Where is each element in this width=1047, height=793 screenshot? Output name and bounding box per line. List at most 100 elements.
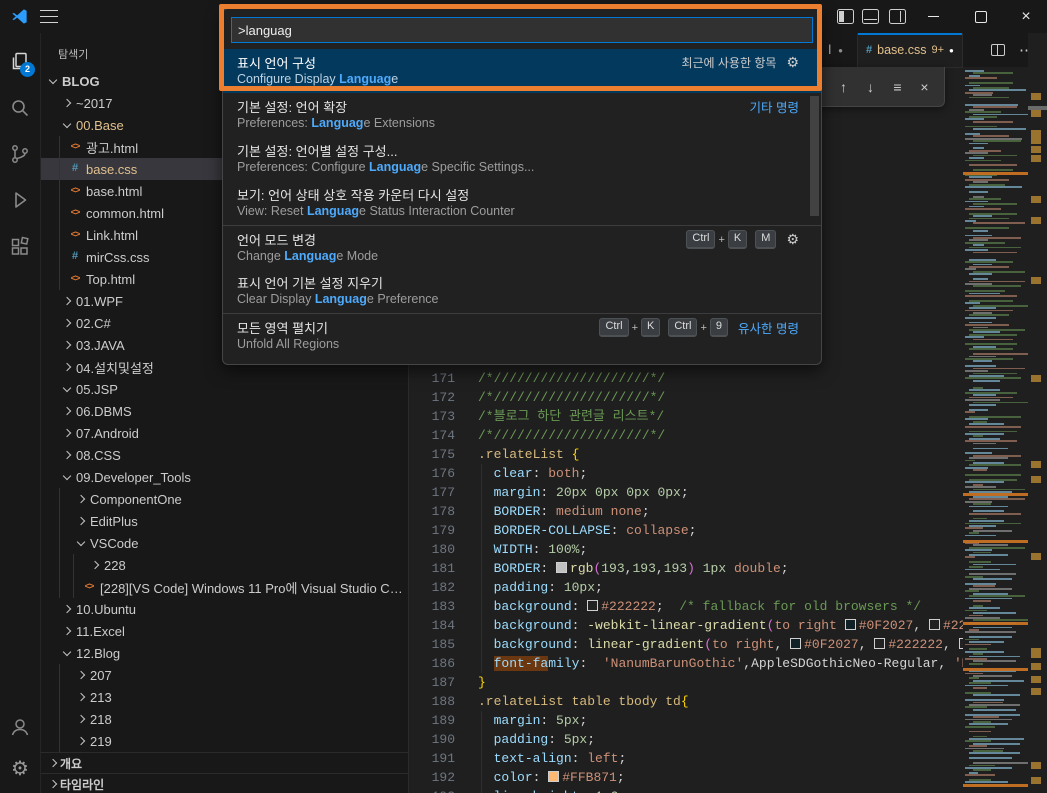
palette-item[interactable]: 표시 언어 기본 설정 지우기Clear Display Language Pr… bbox=[223, 269, 821, 313]
command-group-link[interactable]: 기타 명령 bbox=[750, 97, 799, 116]
line-number: 188 bbox=[409, 692, 455, 711]
palette-item[interactable]: 기본 설정: 언어 확장기타 명령Preferences: Language E… bbox=[223, 93, 821, 137]
command-input[interactable] bbox=[232, 18, 812, 42]
menu-icon[interactable] bbox=[40, 10, 58, 23]
tree-item[interactable]: 05.JSP bbox=[40, 378, 408, 400]
keybinding-key: K bbox=[728, 230, 747, 249]
code-line: 185 background: linear-gradient(to right… bbox=[409, 635, 963, 654]
tree-item[interactable]: 207 bbox=[40, 664, 408, 686]
recently-used-label: 최근에 사용한 항목 bbox=[681, 54, 776, 71]
code-line: 182 padding: 10px; bbox=[409, 578, 963, 597]
palette-item[interactable]: 언어 모드 변경Ctrl+KM⚙Change Language Mode bbox=[223, 225, 821, 269]
palette-scrollbar[interactable] bbox=[810, 96, 819, 216]
command-palette: 표시 언어 구성최근에 사용한 항목⚙Configure Display Lan… bbox=[222, 8, 822, 365]
minimap[interactable] bbox=[963, 67, 1028, 793]
explorer-title: 탐색기 bbox=[58, 46, 88, 62]
code-line: 179 BORDER-COLLAPSE: collapse; bbox=[409, 521, 963, 540]
palette-item[interactable]: 표시 언어 구성최근에 사용한 항목⚙Configure Display Lan… bbox=[223, 49, 821, 93]
color-swatch bbox=[556, 562, 567, 573]
account-icon[interactable] bbox=[0, 707, 40, 747]
section-label: 개요 bbox=[60, 755, 82, 772]
configure-keybinding-gear-icon[interactable]: ⚙ bbox=[786, 54, 799, 71]
palette-item-title: 언어 모드 변경 bbox=[237, 230, 678, 249]
activity-bar: 2 ⚙ bbox=[0, 33, 41, 793]
html-file-icon: <> bbox=[66, 208, 84, 218]
extensions-icon[interactable] bbox=[0, 227, 40, 267]
ruler-mark bbox=[1031, 663, 1041, 670]
tree-item[interactable]: 228 bbox=[40, 554, 408, 576]
source-control-icon[interactable] bbox=[0, 134, 40, 174]
configure-keybinding-gear-icon[interactable]: ⚙ bbox=[786, 231, 799, 248]
previous-match-icon[interactable]: ↑ bbox=[836, 79, 851, 95]
tree-item-label: 06.DBMS bbox=[76, 404, 132, 419]
tree-item[interactable]: VSCode bbox=[40, 532, 408, 554]
code-line: 191 text-align: left; bbox=[409, 749, 963, 768]
tree-item-label: 207 bbox=[90, 668, 112, 683]
line-number: 173 bbox=[409, 407, 455, 426]
palette-item[interactable]: 기본 설정: 언어별 설정 구성...Preferences: Configur… bbox=[223, 137, 821, 181]
find-in-selection-icon[interactable]: ≡ bbox=[890, 79, 905, 95]
settings-gear-icon[interactable]: ⚙ bbox=[0, 748, 40, 788]
color-swatch bbox=[548, 771, 559, 782]
tree-item[interactable]: ComponentOne bbox=[40, 488, 408, 510]
explorer-icon[interactable]: 2 bbox=[0, 42, 40, 82]
close-button[interactable]: × bbox=[1005, 0, 1047, 33]
html-file-icon: <> bbox=[80, 582, 98, 592]
next-match-icon[interactable]: ↓ bbox=[863, 79, 878, 95]
line-number: 186 bbox=[409, 654, 455, 673]
ruler-mark bbox=[1031, 688, 1041, 695]
line-number: 185 bbox=[409, 635, 455, 654]
line-number: 174 bbox=[409, 426, 455, 445]
chevron-right-icon bbox=[60, 409, 74, 414]
search-match-highlight bbox=[963, 784, 1028, 787]
command-group-link[interactable]: 유사한 명령 bbox=[738, 318, 799, 337]
keybinding-key: Ctrl bbox=[686, 230, 715, 249]
tree-item[interactable]: 12.Blog bbox=[40, 642, 408, 664]
tree-item-label: 11.Excel bbox=[76, 624, 125, 639]
tab-base-css[interactable]: # base.css 9+ ● bbox=[858, 33, 963, 67]
chevron-right-icon bbox=[60, 607, 74, 612]
chevron-right-icon bbox=[74, 717, 88, 722]
command-input-wrap bbox=[231, 17, 813, 43]
chevron-right-icon bbox=[60, 101, 74, 106]
tree-item[interactable]: 218 bbox=[40, 708, 408, 730]
overview-ruler[interactable] bbox=[1028, 33, 1047, 793]
search-icon[interactable] bbox=[0, 88, 40, 128]
tree-item[interactable]: 07.Android bbox=[40, 422, 408, 444]
dirty-indicator-icon: ● bbox=[949, 46, 954, 55]
tree-item[interactable]: 10.Ubuntu bbox=[40, 598, 408, 620]
tree-item[interactable]: 11.Excel bbox=[40, 620, 408, 642]
tree-item[interactable]: 09.Developer_Tools bbox=[40, 466, 408, 488]
tree-item[interactable]: 08.CSS bbox=[40, 444, 408, 466]
tree-item[interactable]: <>[228][VS Code] Windows 11 Pro에 Visual … bbox=[40, 576, 408, 598]
ruler-mark bbox=[1031, 553, 1041, 560]
tree-item[interactable]: 219 bbox=[40, 730, 408, 752]
tree-item-label: base.css bbox=[86, 162, 137, 177]
tree-item[interactable]: 06.DBMS bbox=[40, 400, 408, 422]
palette-item[interactable]: 개발자: 로그 수준 설정 bbox=[223, 357, 821, 365]
close-icon[interactable]: × bbox=[917, 79, 932, 95]
run-and-debug-icon[interactable] bbox=[0, 180, 40, 220]
tree-item[interactable]: EditPlus bbox=[40, 510, 408, 532]
sidebar-section-timeline[interactable]: 타임라인 bbox=[40, 773, 408, 793]
indent-guide bbox=[59, 488, 60, 598]
chevron-right-icon bbox=[60, 321, 74, 326]
ruler-mark bbox=[1031, 155, 1041, 162]
palette-item[interactable]: 모든 영역 펼치기Ctrl+KCtrl+9유사한 명령Unfold All Re… bbox=[223, 313, 821, 357]
tree-item-label: 12.Blog bbox=[76, 646, 120, 661]
tree-item[interactable]: 213 bbox=[40, 686, 408, 708]
toggle-secondary-sidebar-icon[interactable] bbox=[889, 9, 906, 24]
ruler-mark bbox=[1031, 110, 1041, 117]
code-line: 183 background: #222222; /* fallback for… bbox=[409, 597, 963, 616]
code-editor[interactable]: 171/*////////////////////*/172/*////////… bbox=[409, 369, 963, 793]
palette-item[interactable]: 보기: 언어 상태 상호 작용 카운터 다시 설정View: Reset Lan… bbox=[223, 181, 821, 225]
minimize-button[interactable] bbox=[912, 0, 954, 33]
sidebar-section-outline[interactable]: 개요 bbox=[40, 752, 408, 774]
html-file-icon: <> bbox=[66, 142, 84, 152]
toggle-panel-icon[interactable] bbox=[862, 9, 879, 24]
maximize-button[interactable] bbox=[960, 0, 1002, 33]
code-line: 181 BORDER: rgb(193,193,193) 1px double; bbox=[409, 559, 963, 578]
chevron-down-icon bbox=[60, 652, 74, 655]
toggle-sidebar-icon[interactable] bbox=[837, 9, 854, 24]
split-editor-icon[interactable] bbox=[991, 44, 1005, 56]
